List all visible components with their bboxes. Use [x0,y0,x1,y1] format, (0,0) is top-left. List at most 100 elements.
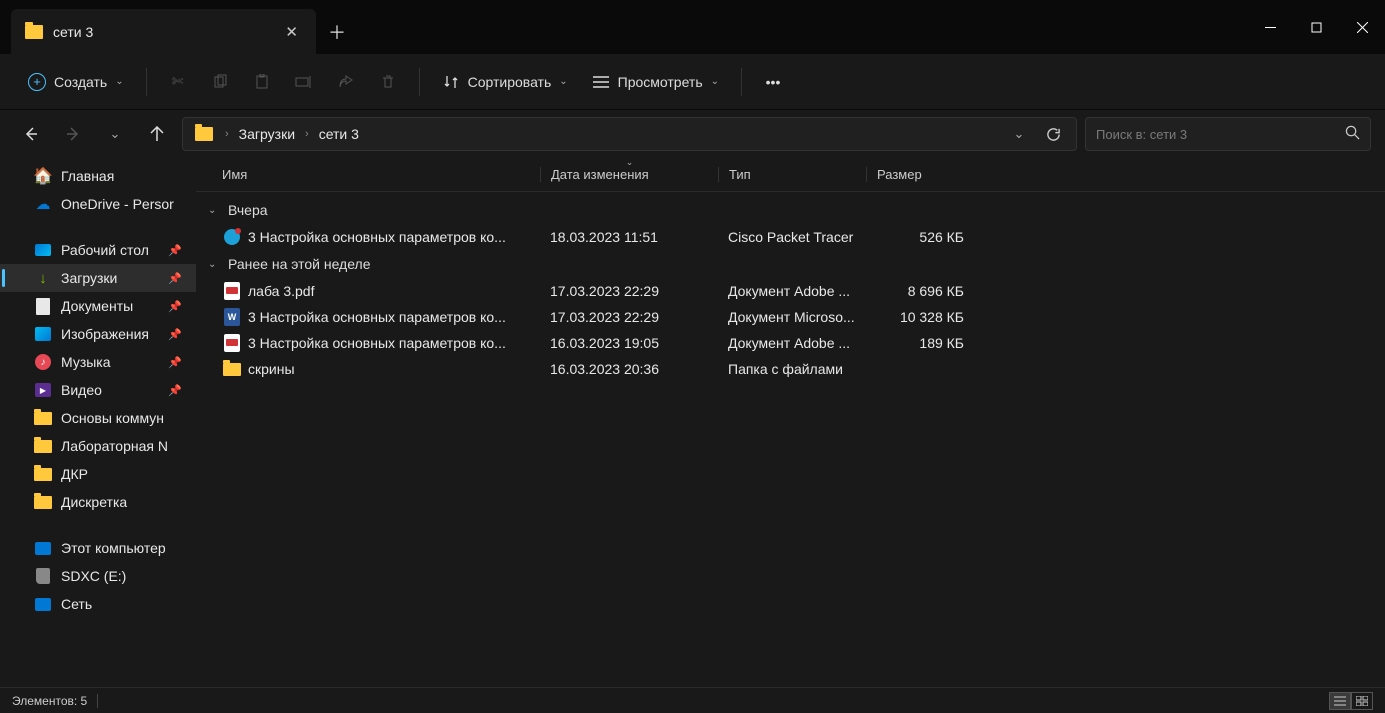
cut-icon: ✄ [169,73,187,91]
word-file-icon: W [222,307,242,327]
close-tab-button[interactable]: ✕ [281,19,302,45]
sidebar-item-network[interactable]: Сеть [0,590,196,618]
sidebar-item-home[interactable]: 🏠Главная [0,162,196,190]
sidebar-item-videos[interactable]: ▶Видео📌 [0,376,196,404]
breadcrumb-seg-2[interactable]: сети 3 [315,122,363,146]
more-icon: ••• [764,73,782,91]
file-date: 17.03.2023 22:29 [540,309,718,325]
sidebar-item-downloads[interactable]: ↓Загрузки📌 [0,264,196,292]
address-history-button[interactable]: ⌄ [1002,118,1036,150]
chevron-down-icon: ⌄ [110,126,121,142]
new-tab-button[interactable]: ＋ [316,9,358,54]
file-row[interactable]: 3 Настройка основных параметров ко... 16… [196,330,1385,356]
sidebar-item-onedrive[interactable]: ☁OneDrive - Persor [0,190,196,218]
delete-button[interactable] [369,67,407,97]
folder-icon [25,25,43,39]
sidebar-item-folder-3[interactable]: ДКР [0,460,196,488]
refresh-button[interactable] [1036,118,1070,150]
sidebar-item-folder-4[interactable]: Дискретка [0,488,196,516]
file-row[interactable]: скрины 16.03.2023 20:36 Папка с файлами [196,356,1385,382]
minimize-button[interactable] [1247,0,1293,54]
sidebar-item-folder-1[interactable]: Основы коммун [0,404,196,432]
trash-icon [379,73,397,91]
chevron-down-icon: ⌄ [559,76,567,87]
search-box[interactable] [1085,117,1371,151]
chevron-down-icon: ⌄ [208,259,220,270]
file-date: 16.03.2023 20:36 [540,361,718,377]
sidebar: 🏠Главная ☁OneDrive - Persor Рабочий стол… [0,158,196,687]
group-header[interactable]: ⌄Ранее на этой неделе [196,250,1385,278]
column-type[interactable]: Тип [718,167,866,182]
file-date: 16.03.2023 19:05 [540,335,718,351]
file-type: Документ Adobe ... [718,283,866,299]
cut-button[interactable]: ✄ [159,67,197,97]
folder-icon [34,437,52,455]
sidebar-item-sdxc[interactable]: SDXC (E:) [0,562,196,590]
copy-button[interactable] [201,67,239,97]
column-name[interactable]: Имя [212,167,540,182]
view-button[interactable]: Просмотреть ⌄ [582,67,729,97]
maximize-button[interactable] [1293,0,1339,54]
group-header[interactable]: ⌄ Вчера [196,196,1385,224]
sidebar-item-thispc[interactable]: Этот компьютер [0,534,196,562]
sidebar-item-folder-2[interactable]: Лабораторная N [0,432,196,460]
folder-icon [34,409,52,427]
more-button[interactable]: ••• [754,67,792,97]
pdf-file-icon [222,333,242,353]
sort-label: Сортировать [468,74,552,90]
folder-icon [34,493,52,511]
file-row[interactable]: 3 Настройка основных параметров ко... 18… [196,224,1385,250]
forward-button[interactable] [56,117,90,151]
sidebar-item-documents[interactable]: Документы📌 [0,292,196,320]
file-size: 189 КБ [866,335,974,351]
create-button[interactable]: + Создать ⌄ [18,67,134,97]
view-label: Просмотреть [618,74,703,90]
chevron-down-icon: ⌄ [208,205,220,216]
file-date: 17.03.2023 22:29 [540,283,718,299]
folder-icon [195,127,213,141]
home-icon: 🏠 [34,167,52,185]
sidebar-item-music[interactable]: ♪Музыка📌 [0,348,196,376]
address-bar[interactable]: › Загрузки › сети 3 ⌄ [182,117,1077,151]
file-row[interactable]: лаба 3.pdf 17.03.2023 22:29 Документ Ado… [196,278,1385,304]
sort-button[interactable]: Сортировать ⌄ [432,67,578,97]
thumbnails-view-button[interactable] [1351,692,1373,710]
music-icon: ♪ [34,353,52,371]
file-name: 3 Настройка основных параметров ко... [248,309,540,325]
column-headers: Имя ⌄Дата изменения Тип Размер [196,158,1385,192]
pin-icon: 📌 [168,328,188,341]
details-view-button[interactable] [1329,692,1351,710]
file-size: 8 696 КБ [866,283,974,299]
item-count: Элементов: 5 [12,694,87,708]
column-date[interactable]: ⌄Дата изменения [540,167,718,182]
rename-icon [295,73,313,91]
file-name: 3 Настройка основных параметров ко... [248,335,540,351]
file-list: ⌄ Вчера 3 Настройка основных параметров к… [196,192,1385,687]
file-row[interactable]: W 3 Настройка основных параметров ко... … [196,304,1385,330]
file-date: 18.03.2023 11:51 [540,229,718,245]
recent-button[interactable]: ⌄ [98,117,132,151]
active-tab[interactable]: сети 3 ✕ [11,9,316,54]
pin-icon: 📌 [168,356,188,369]
sd-card-icon [34,567,52,585]
breadcrumb-seg-1[interactable]: Загрузки [235,122,299,146]
search-input[interactable] [1096,127,1345,142]
rename-button[interactable] [285,67,323,97]
titlebar: сети 3 ✕ ＋ [0,0,1385,54]
column-size[interactable]: Размер [866,167,974,182]
paste-button[interactable] [243,67,281,97]
pictures-icon [34,325,52,343]
sidebar-item-desktop[interactable]: Рабочий стол📌 [0,236,196,264]
share-button[interactable] [327,67,365,97]
up-button[interactable] [140,117,174,151]
pc-icon [34,539,52,557]
navbar: ⌄ › Загрузки › сети 3 ⌄ [0,110,1385,158]
group-label: Вчера [228,202,268,218]
plus-circle-icon: + [28,73,46,91]
close-window-button[interactable] [1339,0,1385,54]
back-button[interactable] [14,117,48,151]
file-size: 526 КБ [866,229,974,245]
sidebar-item-pictures[interactable]: Изображения📌 [0,320,196,348]
file-content-area: Имя ⌄Дата изменения Тип Размер ⌄ Вчера 3 … [196,158,1385,687]
folder-icon [222,359,242,379]
